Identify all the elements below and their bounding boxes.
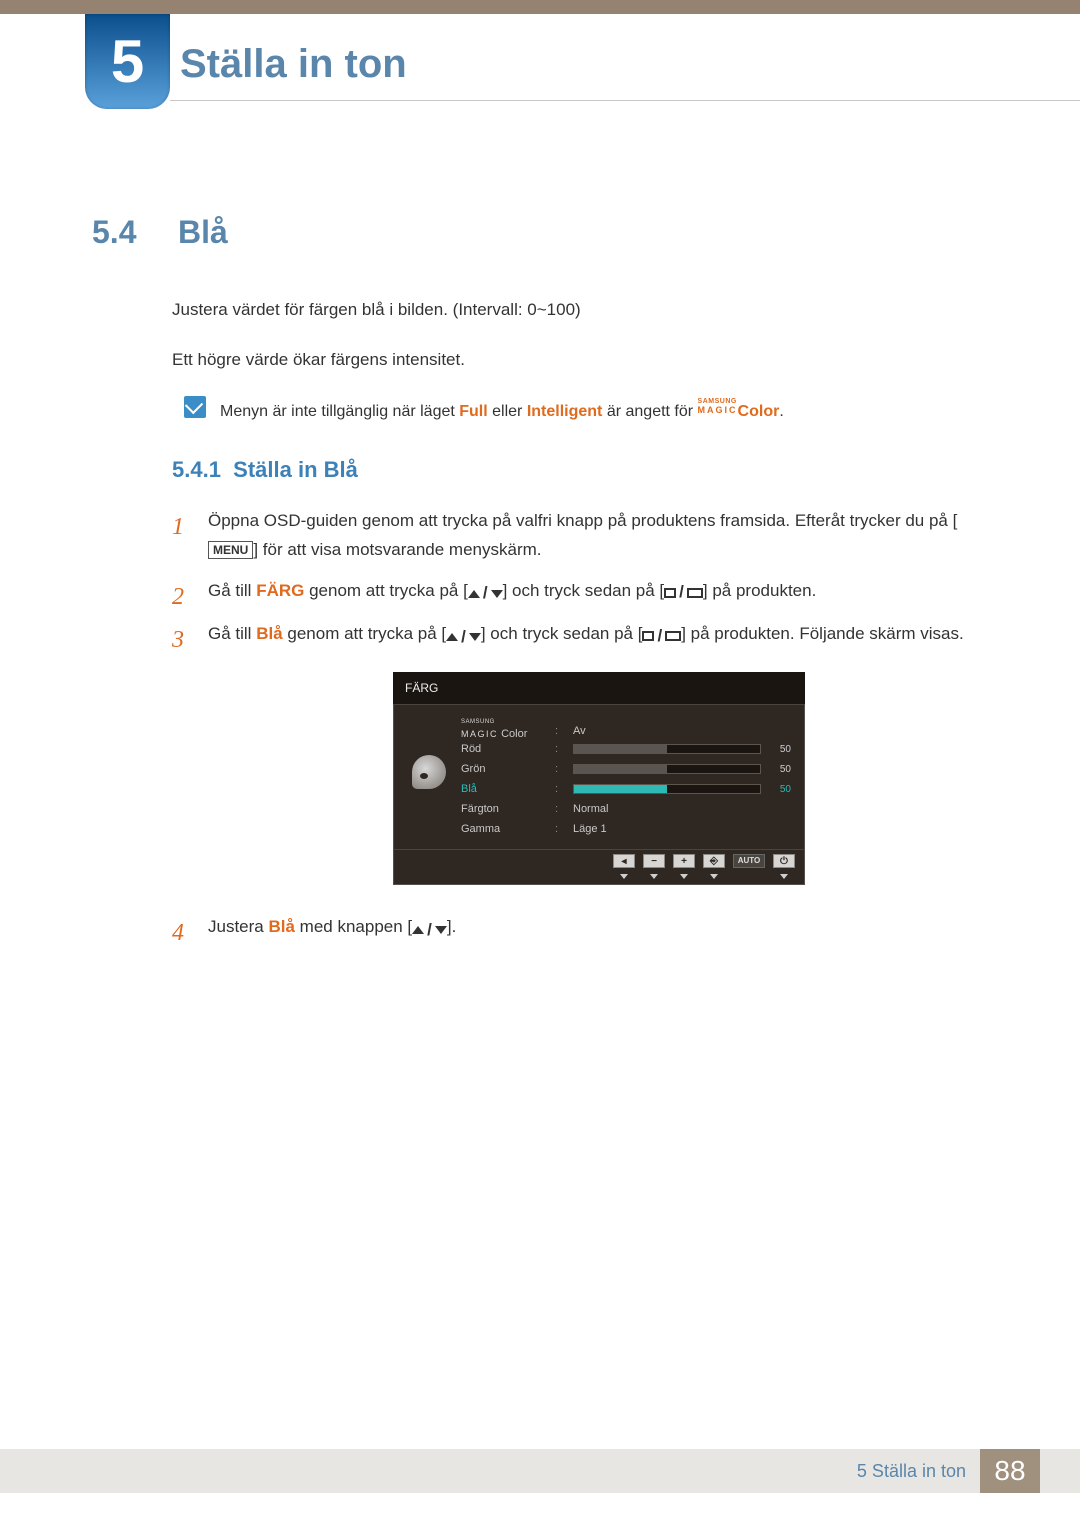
osd-enter-button[interactable]: ⎆ (703, 854, 725, 868)
osd-minus-button[interactable]: − (643, 854, 665, 868)
osd-title: FÄRG (393, 672, 805, 705)
osd-back-button[interactable]: ◂ (613, 854, 635, 868)
osd-row-gamma: Gamma : Läge 1 (461, 819, 791, 839)
osd-row-blue: Blå : 50 (461, 779, 791, 799)
subsection-heading: 5.4.1 Ställa in Blå (172, 457, 990, 483)
osd-footer-buttons: ◂ − + ⎆ AUTO ⏻ (393, 850, 805, 874)
palette-icon (412, 755, 446, 789)
chapter-number-tab: 5 (85, 14, 170, 109)
header-divider (170, 100, 1080, 101)
menu-button-label: MENU (208, 541, 253, 559)
section-title: Blå (178, 214, 228, 251)
chapter-title: Ställa in ton (180, 24, 1080, 87)
samsung-magic-label: SAMSUNGMAGIC (698, 396, 738, 415)
section-number: 5.4 (92, 214, 154, 251)
content-area: 5.4 Blå Justera värdet för färgen blå i … (0, 114, 1080, 945)
source-enter-icon: / (664, 578, 703, 607)
osd-row-red: Röd : 50 (461, 739, 791, 759)
footer-chapter-ref: 5 Ställa in ton (857, 1461, 966, 1482)
top-accent-bar (0, 0, 1080, 14)
osd-row-green: Grön : 50 (461, 759, 791, 779)
steps-list: Öppna OSD-guiden genom att trycka på val… (172, 507, 990, 945)
step-1: Öppna OSD-guiden genom att trycka på val… (172, 507, 990, 565)
osd-row-magic: SAMSUNGMAGIC Color : Av (461, 719, 791, 739)
up-down-icon: / (468, 579, 503, 608)
step-4: Justera Blå med knappen [/]. (172, 913, 990, 944)
step-3: Gå till Blå genom att trycka på [/] och … (172, 620, 990, 885)
osd-plus-button[interactable]: + (673, 854, 695, 868)
note-icon (184, 396, 206, 418)
note-block: Menyn är inte tillgänglig när läget Full… (184, 396, 990, 421)
intro-paragraph-1: Justera värdet för färgen blå i bilden. … (172, 297, 990, 323)
source-enter-icon: / (642, 622, 681, 651)
osd-row-tone: Färgton : Normal (461, 799, 791, 819)
osd-auto-button[interactable]: AUTO (733, 854, 765, 868)
intro-paragraph-2: Ett högre värde ökar färgens intensitet. (172, 347, 990, 373)
osd-panel: FÄRG SAMSUNGMAGIC Color : Av (393, 672, 805, 885)
osd-caret-row (393, 874, 805, 885)
page-header: 5 Ställa in ton (0, 24, 1080, 114)
page-footer: 5 Ställa in ton 88 (0, 1449, 1080, 1493)
section-heading: 5.4 Blå (92, 214, 990, 251)
up-down-icon: / (446, 623, 481, 652)
up-down-icon: / (412, 916, 447, 945)
step-2: Gå till FÄRG genom att trycka på [/] och… (172, 577, 990, 608)
osd-power-button[interactable]: ⏻ (773, 854, 795, 868)
note-text: Menyn är inte tillgänglig när läget Full… (220, 396, 784, 421)
footer-page-number: 88 (980, 1449, 1040, 1493)
